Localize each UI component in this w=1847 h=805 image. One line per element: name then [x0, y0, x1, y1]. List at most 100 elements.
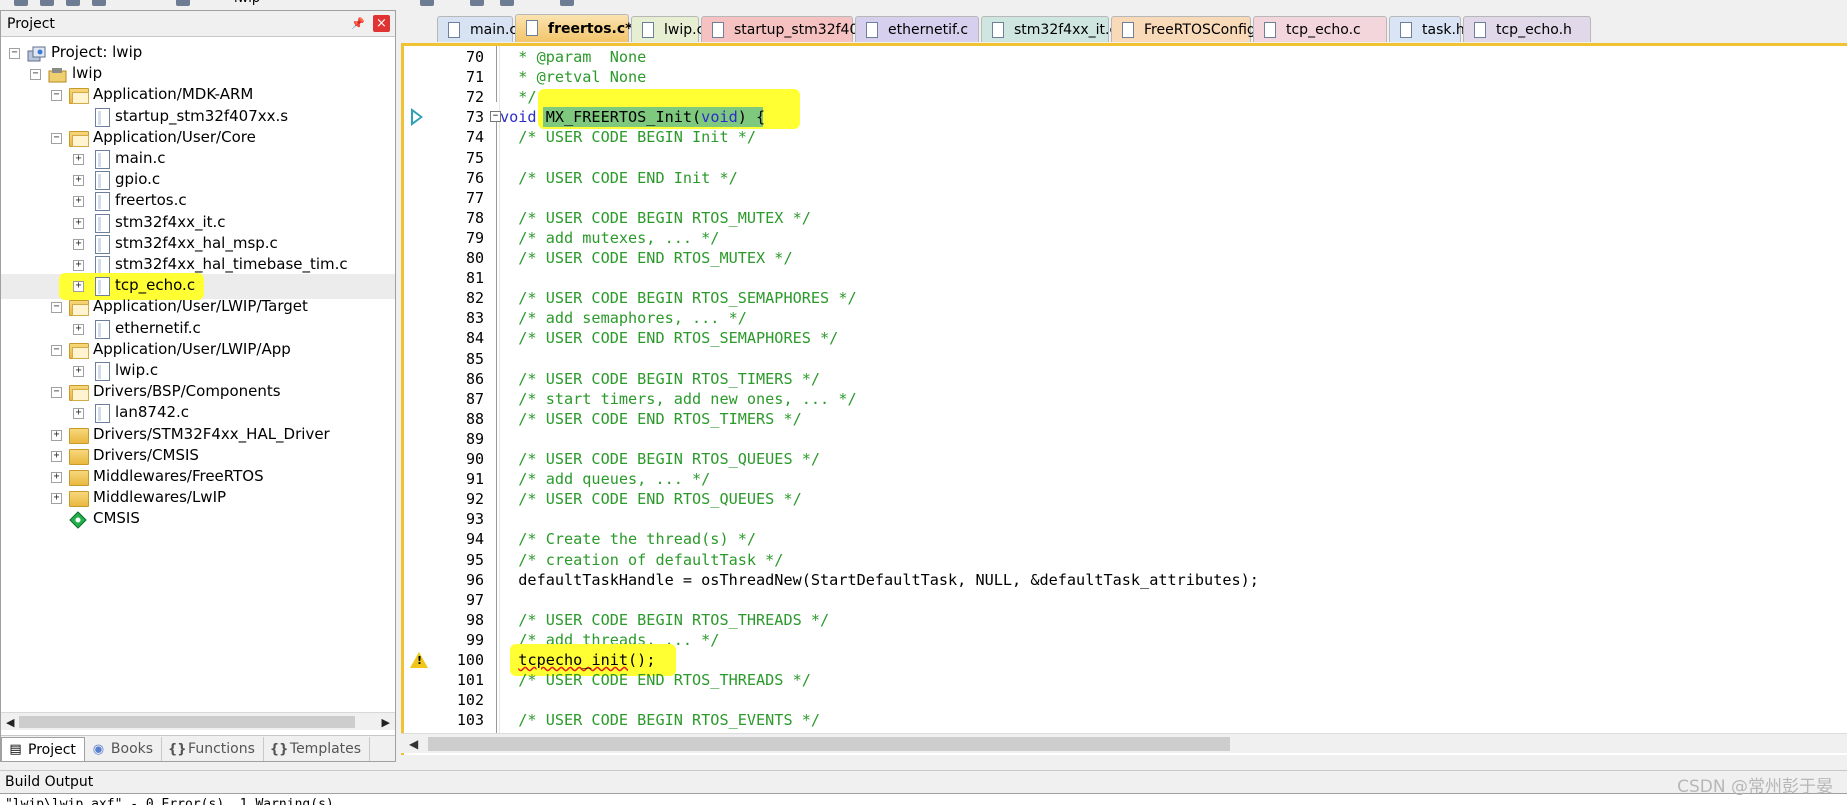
tree-expander[interactable]: + — [73, 238, 84, 250]
tree-expander[interactable]: + — [73, 217, 84, 229]
tab-task-h[interactable]: task.h — [1389, 16, 1465, 42]
pin-icon[interactable]: 📌 — [351, 17, 365, 30]
tree-expander[interactable]: + — [51, 429, 62, 441]
tree-expander[interactable]: − — [51, 90, 62, 102]
code-line[interactable]: /* USER CODE END RTOS_TIMERS */ — [500, 409, 1847, 429]
editor-horizontal-scrollbar[interactable]: ◀ — [401, 733, 1847, 753]
target-select[interactable]: lwip — [234, 0, 260, 6]
code-line[interactable]: * @param None — [500, 47, 1847, 67]
tree-expander[interactable]: − — [51, 302, 62, 314]
code-line[interactable]: /* USER CODE END RTOS_THREADS */ — [500, 670, 1847, 690]
warning-icon[interactable] — [410, 652, 428, 668]
tab-main-c[interactable]: main.c — [437, 16, 517, 42]
new-file-icon[interactable] — [14, 0, 28, 6]
panel-tab-books[interactable]: ◉ Books — [85, 737, 163, 761]
tab-tcp-echo-c[interactable]: tcp_echo.c — [1253, 16, 1387, 42]
tab-freertosconfig-h[interactable]: FreeRTOSConfig.h — [1111, 16, 1269, 42]
code-line[interactable]: /* USER CODE END RTOS_SEMAPHORES */ — [500, 328, 1847, 348]
tree-expander[interactable]: + — [51, 450, 62, 462]
tab-ethernetif-c[interactable]: ethernetif.c — [855, 16, 979, 42]
code-line[interactable]: /* add queues, ... */ — [500, 469, 1847, 489]
tree-expander[interactable]: − — [9, 48, 20, 59]
code-line[interactable]: /* USER CODE BEGIN RTOS_MUTEX */ — [500, 208, 1847, 228]
tab-startup-stm32f407xx-s[interactable]: startup_stm32f407xx.s — [701, 16, 896, 42]
tree-item[interactable]: CMSIS — [1, 507, 395, 532]
tree-expander[interactable]: − — [51, 344, 62, 356]
tree-expander[interactable]: + — [51, 493, 62, 505]
code-area[interactable]: * @param None * @retval None */void MX_F… — [500, 46, 1847, 736]
tree-expander[interactable]: + — [73, 175, 84, 187]
tree-expander[interactable]: + — [73, 408, 84, 420]
code-token: */ — [500, 88, 537, 107]
scroll-right-icon[interactable]: ▶ — [382, 716, 390, 729]
tree-expander[interactable]: + — [73, 196, 84, 208]
code-token: /* USER CODE BEGIN RTOS_THREADS */ — [500, 610, 830, 629]
close-panel-button[interactable]: × — [373, 15, 390, 32]
code-line[interactable] — [500, 148, 1847, 168]
code-editor[interactable]: 70 71 72 73−74 75 76 77 78 79 80 81 82 83 84 85 86 87 88 8… — [401, 43, 1847, 755]
code-line[interactable]: /* add mutexes, ... */ — [500, 228, 1847, 248]
code-line[interactable] — [500, 188, 1847, 208]
code-line[interactable] — [500, 429, 1847, 449]
download-icon[interactable] — [470, 0, 484, 6]
line-number: 101 — [456, 671, 484, 690]
debug-icon[interactable] — [560, 0, 574, 6]
code-line[interactable]: /* USER CODE END Init */ — [500, 168, 1847, 188]
scroll-thumb[interactable] — [19, 716, 355, 728]
code-line[interactable]: void MX_FREERTOS_Init(void) { — [500, 89, 1847, 130]
project-horizontal-scrollbar[interactable]: ◀ ▶ — [1, 712, 395, 730]
options-icon[interactable] — [420, 0, 434, 6]
code-line[interactable]: /* add semaphores, ... */ — [500, 308, 1847, 328]
save-all-icon[interactable] — [92, 0, 106, 6]
tree-expander[interactable]: + — [73, 366, 84, 377]
code-line[interactable]: tcpecho_init(); — [500, 644, 1847, 676]
current-line-arrow-icon — [411, 108, 423, 127]
find-icon[interactable] — [176, 0, 190, 6]
scroll-thumb[interactable] — [428, 737, 1230, 751]
code-line[interactable]: /* USER CODE END RTOS_QUEUES */ — [500, 489, 1847, 509]
open-folder-icon — [69, 385, 89, 402]
code-line[interactable] — [500, 509, 1847, 529]
scroll-left-icon[interactable]: ◀ — [6, 716, 14, 729]
code-line[interactable]: * @retval None — [500, 67, 1847, 87]
build-icon[interactable] — [500, 0, 514, 6]
code-line[interactable]: defaultTaskHandle = osThreadNew(StartDef… — [500, 570, 1847, 590]
code-line[interactable]: /* creation of defaultTask */ — [500, 550, 1847, 570]
code-line[interactable] — [500, 268, 1847, 288]
code-line[interactable]: /* Create the thread(s) */ — [500, 529, 1847, 549]
code-line[interactable]: /* add threads, ... */ — [500, 630, 1847, 650]
tab-freertos-c-[interactable]: freertos.c* — [515, 14, 633, 42]
code-line[interactable]: /* USER CODE BEGIN RTOS_QUEUES */ — [500, 449, 1847, 469]
tree-expander[interactable]: − — [30, 69, 41, 81]
code-line[interactable]: /* start timers, add new ones, ... */ — [500, 389, 1847, 409]
tree-expander[interactable]: + — [73, 154, 84, 165]
panel-tab-templates[interactable]: {} Templates — [264, 737, 371, 761]
save-icon[interactable] — [66, 0, 80, 6]
functions-icon: {} — [168, 741, 187, 757]
build-output-pane[interactable]: "lwip\lwip.axf" - 0 Error(s), 1 Warning(… — [0, 793, 1847, 805]
tree-expander[interactable]: + — [73, 260, 84, 271]
scroll-left-icon[interactable]: ◀ — [409, 737, 418, 751]
code-line[interactable]: /* USER CODE BEGIN RTOS_TIMERS */ — [500, 369, 1847, 389]
tree-expander[interactable]: − — [51, 387, 62, 399]
tree-expander[interactable]: + — [51, 472, 62, 483]
code-line[interactable]: /* USER CODE BEGIN RTOS_SEMAPHORES */ — [500, 288, 1847, 308]
code-line[interactable] — [500, 590, 1847, 610]
panel-tab-project[interactable]: ▤ Project — [1, 737, 85, 761]
panel-tab-functions[interactable]: {} Functions — [162, 737, 264, 761]
tree-expander[interactable]: − — [51, 132, 62, 144]
code-line[interactable]: /* USER CODE BEGIN RTOS_EVENTS */ — [500, 710, 1847, 730]
code-line[interactable]: /* USER CODE BEGIN Init */ — [500, 127, 1847, 147]
code-line[interactable]: /* USER CODE END RTOS_MUTEX */ — [500, 248, 1847, 268]
code-line[interactable] — [500, 349, 1847, 369]
tab-tcp-echo-h[interactable]: tcp_echo.h — [1463, 16, 1591, 42]
open-file-icon[interactable] — [40, 0, 54, 6]
code-line[interactable] — [500, 690, 1847, 710]
tab-stm32f4xx-it-c[interactable]: stm32f4xx_it.c — [981, 16, 1117, 42]
tree-item-label: ethernetif.c — [115, 318, 201, 337]
tab-label: freertos.c* — [548, 20, 633, 37]
tree-expander[interactable]: + — [73, 323, 84, 335]
tab-lwip-c[interactable]: lwip.c — [631, 16, 704, 42]
code-line[interactable]: /* USER CODE BEGIN RTOS_THREADS */ — [500, 610, 1847, 630]
tree-expander[interactable]: + — [73, 281, 84, 293]
